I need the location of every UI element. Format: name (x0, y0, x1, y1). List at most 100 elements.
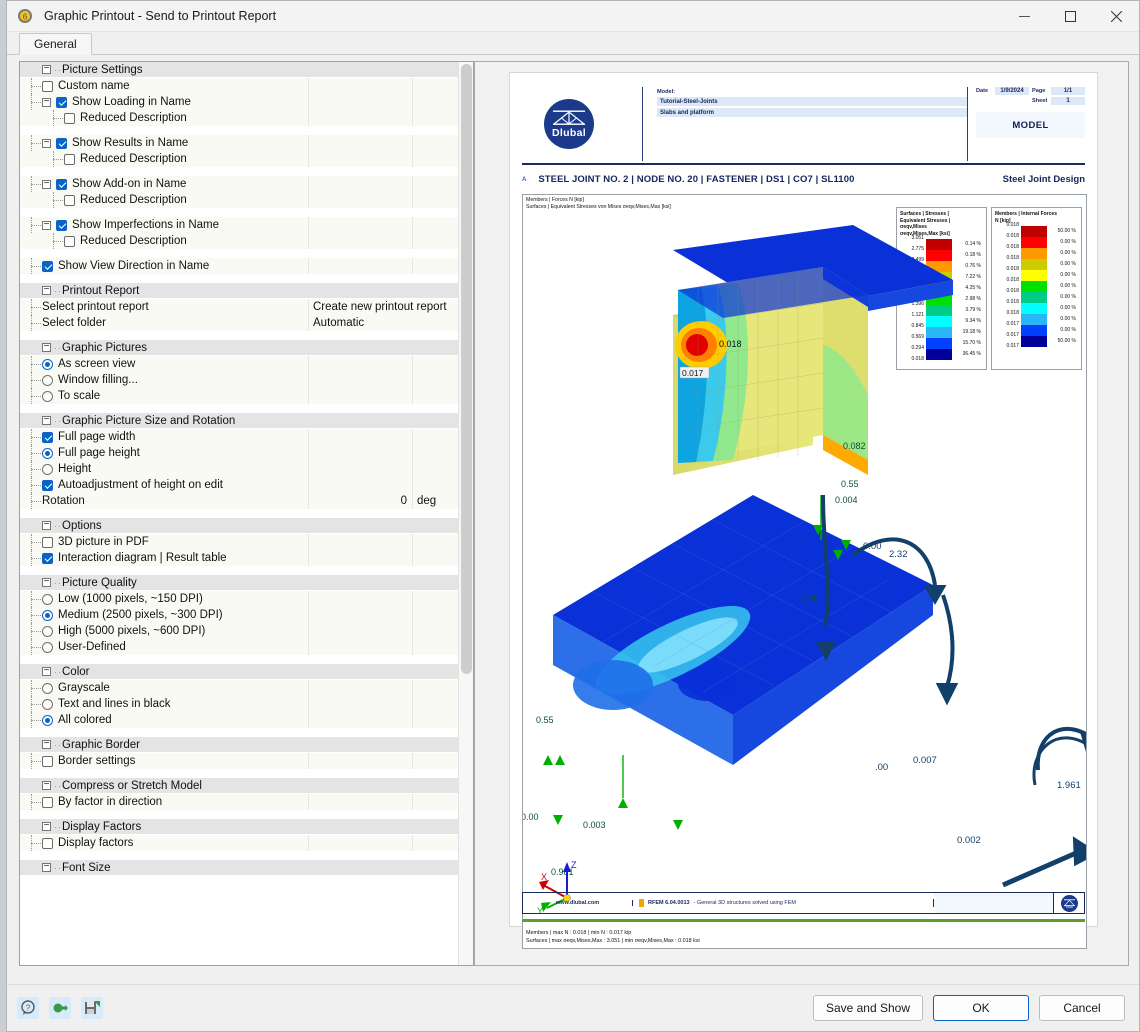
tree-row[interactable]: User-Defined (20, 639, 473, 655)
tree-group-header[interactable]: ··Color (20, 664, 473, 680)
radio-unselected[interactable] (42, 374, 53, 386)
tree-row-value-cell[interactable] (308, 110, 412, 126)
checkbox-checked[interactable] (56, 178, 67, 190)
checkbox-unchecked[interactable] (64, 112, 75, 124)
collapse-icon[interactable] (42, 138, 51, 148)
tree-row[interactable]: Autoadjustment of height on edit (20, 477, 473, 493)
tree-row-value-cell[interactable] (308, 78, 412, 94)
tree-row-value-cell[interactable] (308, 461, 412, 477)
tree-row[interactable]: Reduced Description (20, 233, 473, 249)
tree-row-value-cell[interactable] (308, 794, 412, 810)
tree-row-value-cell[interactable] (308, 696, 412, 712)
tree-row-value-cell[interactable] (308, 639, 412, 655)
tree-row[interactable]: Text and lines in black (20, 696, 473, 712)
tree-row-value-cell[interactable] (308, 680, 412, 696)
checkbox-unchecked[interactable] (64, 194, 75, 206)
collapse-icon[interactable] (42, 65, 51, 74)
save-settings-button[interactable] (81, 997, 103, 1019)
tree-row[interactable]: Reduced Description (20, 192, 473, 208)
tree-group-header[interactable]: ··Printout Report (20, 283, 473, 299)
tree-row[interactable]: All colored (20, 712, 473, 728)
tree-row-value-cell[interactable] (308, 94, 412, 110)
checkbox-checked[interactable] (56, 96, 67, 108)
tree-row[interactable]: Height (20, 461, 473, 477)
tree-row[interactable]: Medium (2500 pixels, ~300 DPI) (20, 607, 473, 623)
tree-row-value-cell[interactable] (308, 534, 412, 550)
collapse-icon[interactable] (42, 97, 51, 107)
collapse-icon[interactable] (42, 781, 51, 790)
tree-row-value-cell[interactable] (308, 135, 412, 151)
tree-row-value-cell[interactable] (308, 429, 412, 445)
help-button[interactable]: ? (17, 997, 39, 1019)
tree-row[interactable]: As screen view (20, 356, 473, 372)
tree-group-header[interactable]: ··Display Factors (20, 819, 473, 835)
tree-group-header[interactable]: ··Graphic Picture Size and Rotation (20, 413, 473, 429)
tree-row-value-cell[interactable] (308, 607, 412, 623)
tree-row[interactable]: Border settings (20, 753, 473, 769)
radio-selected[interactable] (42, 447, 53, 459)
radio-unselected[interactable] (42, 698, 53, 710)
collapse-icon[interactable] (42, 863, 51, 872)
tree-row-value-cell[interactable] (308, 835, 412, 851)
tree-row[interactable]: Low (1000 pixels, ~150 DPI) (20, 591, 473, 607)
checkbox-unchecked[interactable] (42, 755, 53, 767)
tree-row[interactable]: Reduced Description (20, 151, 473, 167)
radio-unselected[interactable] (42, 682, 53, 694)
checkbox-checked[interactable] (56, 219, 67, 231)
close-button[interactable] (1093, 1, 1139, 32)
tree-row-value-cell[interactable] (308, 372, 412, 388)
tree-row[interactable]: Select folder Automatic (20, 315, 473, 331)
radio-unselected[interactable] (42, 390, 53, 402)
tree-row[interactable]: To scale (20, 388, 473, 404)
radio-unselected[interactable] (42, 625, 53, 637)
tree-row[interactable]: Reduced Description (20, 110, 473, 126)
model-graphic[interactable]: In Axonometric Direction Members | Force… (522, 194, 1087, 949)
tree-group-header[interactable]: ··Compress or Stretch Model (20, 778, 473, 794)
tree-scrollbar[interactable] (458, 62, 473, 965)
tree-row-value-cell[interactable]: 0 (308, 493, 412, 509)
tree-row-value-cell[interactable] (308, 753, 412, 769)
collapse-icon[interactable] (42, 179, 51, 189)
tree-group-header[interactable]: ··Graphic Pictures (20, 340, 473, 356)
tree-row[interactable]: High (5000 pixels, ~600 DPI) (20, 623, 473, 639)
tree-row-value-cell[interactable]: Automatic (308, 315, 468, 331)
tree-row-value-cell[interactable] (308, 217, 412, 233)
tree-group-header[interactable]: ··Graphic Border (20, 737, 473, 753)
tree-row[interactable]: Display factors (20, 835, 473, 851)
tree-row-value-cell[interactable] (308, 388, 412, 404)
tree-group-header[interactable]: ··Picture Quality (20, 575, 473, 591)
radio-unselected[interactable] (42, 641, 53, 653)
tree-group-header[interactable]: ··Options (20, 518, 473, 534)
maximize-button[interactable] (1047, 1, 1093, 32)
tree-row[interactable]: Full page width (20, 429, 473, 445)
tree-row[interactable]: Select printout report Create new printou… (20, 299, 473, 315)
checkbox-checked[interactable] (56, 137, 67, 149)
tree-row-value-cell[interactable] (308, 192, 412, 208)
cancel-button[interactable]: Cancel (1039, 995, 1125, 1021)
collapse-icon[interactable] (42, 286, 51, 295)
tree-row-value-cell[interactable] (308, 623, 412, 639)
tree-group-header[interactable]: ··Font Size (20, 860, 473, 876)
radio-selected[interactable] (42, 358, 53, 370)
checkbox-unchecked[interactable] (42, 80, 53, 92)
collapse-icon[interactable] (42, 416, 51, 425)
tree-row[interactable]: Full page height (20, 445, 473, 461)
tree-row-value-cell[interactable] (308, 477, 412, 493)
collapse-icon[interactable] (42, 667, 51, 676)
checkbox-checked[interactable] (42, 260, 53, 272)
checkbox-unchecked[interactable] (42, 837, 53, 849)
checkbox-checked[interactable] (42, 552, 53, 564)
tree-row-value-cell[interactable] (308, 591, 412, 607)
minimize-button[interactable] (1001, 1, 1047, 32)
save-and-show-button[interactable]: Save and Show (812, 995, 923, 1021)
tab-general[interactable]: General (19, 33, 92, 55)
checkbox-checked[interactable] (42, 479, 53, 491)
tree-group-header[interactable]: ··Picture Settings (20, 62, 473, 78)
tree-row[interactable]: 3D picture in PDF (20, 534, 473, 550)
collapse-icon[interactable] (42, 220, 51, 230)
collapse-icon[interactable] (42, 578, 51, 587)
ok-button[interactable]: OK (933, 995, 1029, 1021)
tree-row-value-cell[interactable] (308, 233, 412, 249)
tree-row[interactable]: By factor in direction (20, 794, 473, 810)
checkbox-checked[interactable] (42, 431, 53, 443)
